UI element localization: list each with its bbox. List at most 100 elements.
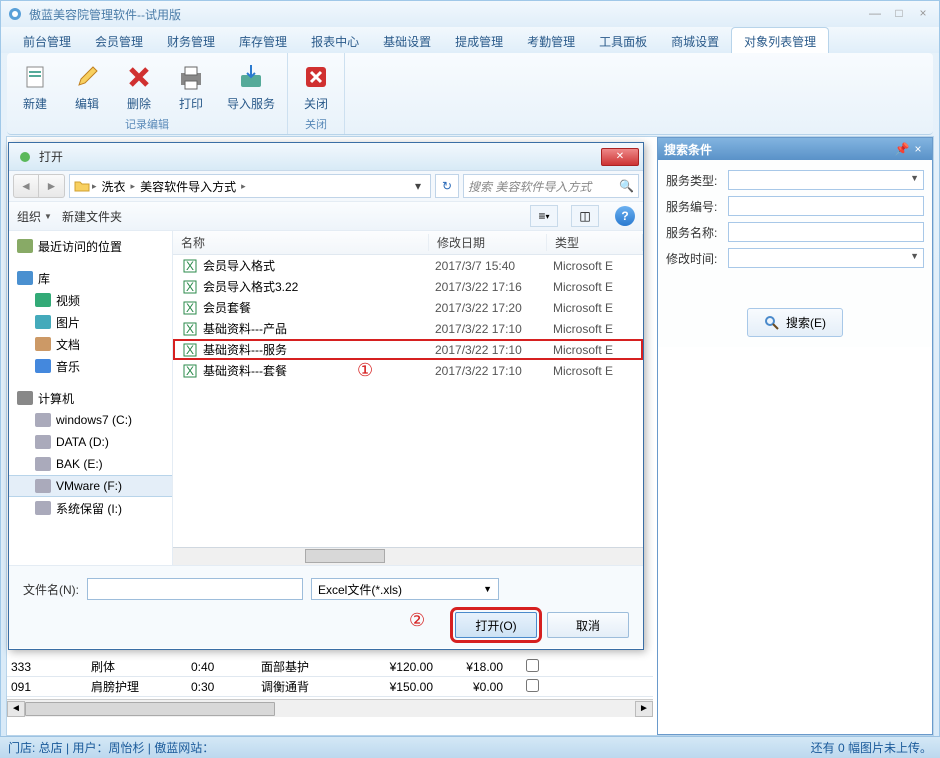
pic-icon xyxy=(35,315,51,329)
search-field-input[interactable] xyxy=(728,196,924,216)
file-row[interactable]: X基础资料---产品2017/3/22 17:10Microsoft E xyxy=(173,318,643,339)
ribbon-删除[interactable]: 删除 xyxy=(119,59,159,114)
menu-tab[interactable]: 报表中心 xyxy=(299,28,371,53)
tree-item[interactable]: 视频 xyxy=(9,289,172,311)
menu-tab[interactable]: 基础设置 xyxy=(371,28,443,53)
search-field-input[interactable]: ▼ xyxy=(728,170,924,190)
computer-icon xyxy=(17,391,33,405)
file-list-scrollbar[interactable] xyxy=(173,547,643,565)
view-mode-button[interactable]: ≡▾ xyxy=(530,205,558,227)
excel-file-icon: X xyxy=(181,321,199,337)
search-field-input[interactable] xyxy=(728,222,924,242)
new-folder-button[interactable]: 新建文件夹 xyxy=(62,208,122,225)
search-panel-header: 搜索条件 📌 × xyxy=(658,138,932,160)
menu-tab[interactable]: 前台管理 xyxy=(11,28,83,53)
file-row[interactable]: X基础资料---服务2017/3/22 17:10Microsoft E xyxy=(173,339,643,360)
status-left: 门店: 总店 | 用户：周怡杉 | 傲蓝网站： xyxy=(8,739,811,756)
menu-tab[interactable]: 对象列表管理 xyxy=(731,27,829,53)
minimize-button[interactable]: — xyxy=(865,7,885,21)
scroll-thumb[interactable] xyxy=(305,549,385,563)
row-checkbox[interactable] xyxy=(526,659,539,672)
tree-item[interactable]: BAK (E:) xyxy=(9,453,172,475)
col-type[interactable]: 类型 xyxy=(547,234,643,251)
breadcrumb-dropdown-icon[interactable]: ▾ xyxy=(410,179,426,193)
ribbon-group-label: 关闭 xyxy=(296,115,336,132)
magnifier-icon xyxy=(764,315,780,331)
tree-item[interactable]: windows7 (C:) xyxy=(9,409,172,431)
nav-back-button[interactable]: ◄ xyxy=(13,174,39,198)
chevron-down-icon: ▼ xyxy=(483,584,492,594)
nav-forward-button[interactable]: ► xyxy=(39,174,65,198)
tree-item[interactable]: 音乐 xyxy=(9,355,172,377)
search-field-input[interactable]: ▼ xyxy=(728,248,924,268)
excel-file-icon: X xyxy=(181,342,199,358)
search-body: 服务类型:▼服务编号:服务名称:修改时间:▼ 搜索(E) xyxy=(658,160,932,347)
file-row[interactable]: X基础资料---套餐2017/3/22 17:10Microsoft E xyxy=(173,360,643,381)
field-label: 服务编号: xyxy=(666,198,728,215)
maximize-button[interactable]: □ xyxy=(889,7,909,21)
dialog-close-button[interactable]: ✕ xyxy=(601,148,639,166)
ribbon-group-label: 记录编辑 xyxy=(15,115,279,132)
tree-item[interactable]: DATA (D:) xyxy=(9,431,172,453)
col-date[interactable]: 修改日期 xyxy=(429,234,547,251)
tree-item[interactable]: 计算机 xyxy=(9,387,172,409)
menu-tab[interactable]: 商城设置 xyxy=(659,28,731,53)
breadcrumb-item[interactable]: 美容软件导入方式 xyxy=(137,178,239,195)
preview-pane-button[interactable]: ◫ xyxy=(571,205,599,227)
ribbon-导入服务[interactable]: 导入服务 xyxy=(223,59,279,114)
tree-item[interactable]: VMware (F:) xyxy=(9,475,172,497)
status-right: 还有 0 幅图片未上传。 xyxy=(811,739,932,756)
tree-item[interactable]: 系统保留 (I:) xyxy=(9,497,172,519)
file-open-dialog: 打开 ✕ ◄ ► ▸ 洗衣 ▸ 美容软件导入方式 ▸ ▾ ↻ 搜索 美容软件导入… xyxy=(8,142,644,650)
menu-tab[interactable]: 会员管理 xyxy=(83,28,155,53)
menu-tab[interactable]: 财务管理 xyxy=(155,28,227,53)
pin-icon[interactable]: 📌 xyxy=(894,142,910,156)
breadcrumb[interactable]: ▸ 洗衣 ▸ 美容软件导入方式 ▸ ▾ xyxy=(69,174,431,198)
table-row[interactable]: 333刷体0:40面部基护¥120.00¥18.00 xyxy=(7,657,653,677)
tree-item[interactable]: 最近访问的位置 xyxy=(9,235,172,257)
open-button[interactable]: 打开(O) xyxy=(455,612,537,638)
video-icon xyxy=(35,293,51,307)
ribbon-关闭[interactable]: 关闭 xyxy=(296,59,336,114)
help-button[interactable]: ? xyxy=(615,206,635,226)
scroll-left-arrow[interactable]: ◄ xyxy=(7,701,25,717)
tree-item[interactable]: 库 xyxy=(9,267,172,289)
filename-input[interactable] xyxy=(87,578,303,600)
app-title: 傲蓝美容院管理软件--试用版 xyxy=(29,6,865,23)
scroll-right-arrow[interactable]: ► xyxy=(635,701,653,717)
filename-label: 文件名(N): xyxy=(23,581,79,598)
menu-tab[interactable]: 库存管理 xyxy=(227,28,299,53)
svg-text:X: X xyxy=(186,301,194,315)
tree-item[interactable]: 文档 xyxy=(9,333,172,355)
ribbon-group-edit: 新建编辑删除打印导入服务 记录编辑 xyxy=(7,53,288,134)
panel-close-icon[interactable]: × xyxy=(910,142,926,156)
ribbon-新建[interactable]: 新建 xyxy=(15,59,55,114)
file-row[interactable]: X会员套餐2017/3/22 17:20Microsoft E xyxy=(173,297,643,318)
dialog-nav: ◄ ► ▸ 洗衣 ▸ 美容软件导入方式 ▸ ▾ ↻ 搜索 美容软件导入方式 🔍 xyxy=(9,171,643,201)
svg-text:X: X xyxy=(186,343,194,357)
menu-tab[interactable]: 提成管理 xyxy=(443,28,515,53)
organize-button[interactable]: 组织▼ xyxy=(17,208,52,225)
file-row[interactable]: X会员导入格式3.222017/3/22 17:16Microsoft E xyxy=(173,276,643,297)
col-name[interactable]: 名称 xyxy=(173,234,429,251)
search-panel-title: 搜索条件 xyxy=(664,141,894,158)
grid-horizontal-scrollbar[interactable]: ◄ ► xyxy=(7,699,653,717)
table-row[interactable]: 091肩膀护理0:30调衡通背¥150.00¥0.00 xyxy=(7,677,653,697)
breadcrumb-item[interactable]: 洗衣 xyxy=(99,178,129,195)
excel-file-icon: X xyxy=(181,258,199,274)
file-row[interactable]: X会员导入格式2017/3/7 15:40Microsoft E xyxy=(173,255,643,276)
scroll-thumb[interactable] xyxy=(25,702,275,716)
menu-tab[interactable]: 考勤管理 xyxy=(515,28,587,53)
menu-tab[interactable]: 工具面板 xyxy=(587,28,659,53)
close-button[interactable]: × xyxy=(913,7,933,21)
refresh-button[interactable]: ↻ xyxy=(435,174,459,198)
ribbon-打印[interactable]: 打印 xyxy=(171,59,211,114)
ribbon-编辑[interactable]: 编辑 xyxy=(67,59,107,114)
cancel-button[interactable]: 取消 xyxy=(547,612,629,638)
search-placeholder: 搜索 美容软件导入方式 xyxy=(468,178,591,195)
tree-item[interactable]: 图片 xyxy=(9,311,172,333)
filetype-select[interactable]: Excel文件(*.xls) ▼ xyxy=(311,578,499,600)
dialog-search-input[interactable]: 搜索 美容软件导入方式 🔍 xyxy=(463,174,639,198)
search-button[interactable]: 搜索(E) xyxy=(747,308,843,337)
row-checkbox[interactable] xyxy=(526,679,539,692)
